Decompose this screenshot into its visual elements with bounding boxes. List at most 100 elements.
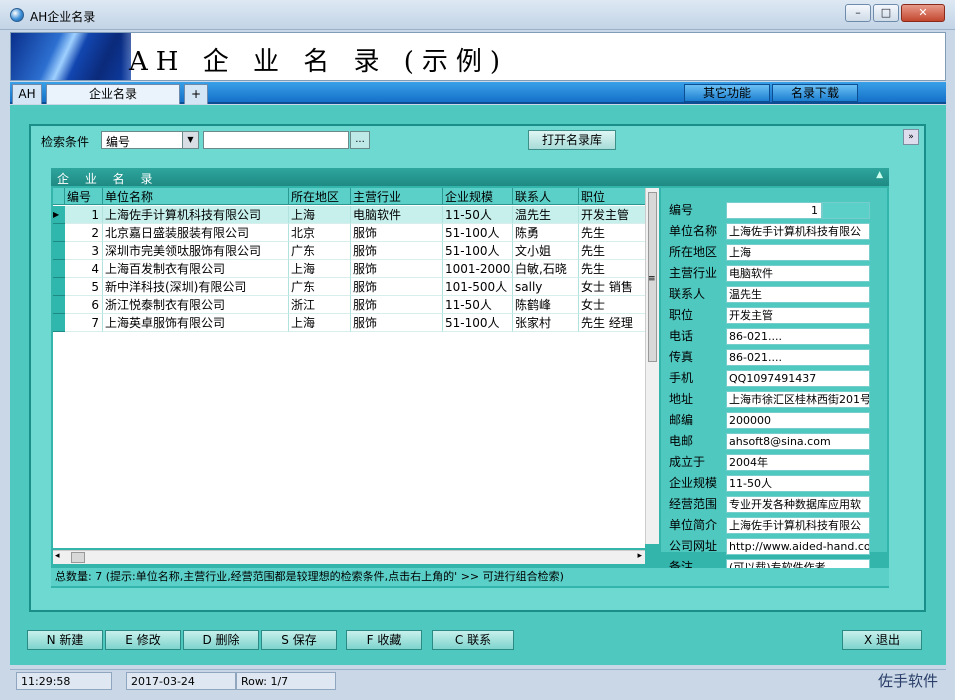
table-cell[interactable]: 服饰 (351, 242, 443, 260)
edit-button[interactable]: E 修改 (105, 630, 181, 650)
vertical-scrollbar[interactable]: ≡ (645, 188, 659, 544)
table-cell[interactable]: 101-500人 (443, 278, 513, 296)
row-indicator[interactable] (53, 296, 65, 314)
detail-field[interactable]: http://www.aided-hand.com (726, 538, 870, 555)
detail-field[interactable]: 上海佐手计算机科技有限公 (726, 517, 870, 534)
exit-button[interactable]: X 退出 (842, 630, 922, 650)
add-tab-button[interactable]: + (184, 84, 208, 104)
detail-extra-field[interactable] (822, 202, 870, 219)
table-cell[interactable]: 文小姐 (513, 242, 579, 260)
table-cell[interactable]: 开发主管 (579, 206, 645, 224)
table-cell[interactable]: 服饰 (351, 296, 443, 314)
table-cell[interactable]: 服饰 (351, 278, 443, 296)
table-cell[interactable]: 服饰 (351, 260, 443, 278)
tab-ah[interactable]: AH (12, 84, 42, 104)
table-cell[interactable]: 先生 经理 (579, 314, 645, 332)
table-cell[interactable]: 先生 (579, 224, 645, 242)
minimize-button[interactable]: – (845, 4, 871, 22)
detail-field[interactable]: ahsoft8@sina.com (726, 433, 870, 450)
new-button[interactable]: N 新建 (27, 630, 103, 650)
detail-field[interactable]: 电脑软件 (726, 265, 870, 282)
table-cell[interactable]: 新中洋科技(深圳)有限公司 (103, 278, 289, 296)
table-cell[interactable]: 1 (65, 206, 103, 224)
table-cell[interactable]: 51-100人 (443, 224, 513, 242)
table-cell[interactable]: 先生 (579, 260, 645, 278)
table-cell[interactable]: 浙江 (289, 296, 351, 314)
row-indicator[interactable] (53, 242, 65, 260)
table-cell[interactable]: 2 (65, 224, 103, 242)
column-header[interactable]: 所在地区 (289, 188, 351, 205)
row-indicator[interactable]: ▶ (53, 206, 65, 224)
open-directory-button[interactable]: 打开名录库 (528, 130, 616, 150)
row-indicator[interactable] (53, 278, 65, 296)
detail-field[interactable]: 上海佐手计算机科技有限公 (726, 223, 870, 240)
detail-field[interactable]: 1 (726, 202, 822, 219)
table-cell[interactable]: 上海 (289, 206, 351, 224)
table-cell[interactable]: 先生 (579, 242, 645, 260)
search-input[interactable] (203, 131, 349, 149)
delete-button[interactable]: D 删除 (183, 630, 259, 650)
table-cell[interactable]: 张家村 (513, 314, 579, 332)
tab-company-directory[interactable]: 企业名录 (46, 84, 180, 104)
table-cell[interactable]: 广东 (289, 278, 351, 296)
table-cell[interactable]: 上海 (289, 260, 351, 278)
scroll-left-icon[interactable]: ◂ (55, 551, 60, 561)
chevron-down-icon[interactable]: ▼ (182, 132, 198, 148)
row-indicator[interactable] (53, 224, 65, 242)
detail-field[interactable]: 上海 (726, 244, 870, 261)
detail-field[interactable]: 11-50人 (726, 475, 870, 492)
detail-field[interactable]: 2004年 (726, 454, 870, 471)
table-cell[interactable]: 1001-2000. (443, 260, 513, 278)
table-cell[interactable]: 上海 (289, 314, 351, 332)
column-header[interactable]: 职位 (579, 188, 645, 205)
table-cell[interactable]: 陈鹤峰 (513, 296, 579, 314)
table-cell[interactable]: 上海佐手计算机科技有限公司 (103, 206, 289, 224)
table-cell[interactable]: 北京 (289, 224, 351, 242)
table-cell[interactable]: sally (513, 278, 579, 296)
directory-download-button[interactable]: 名录下载 (772, 84, 858, 102)
table-cell[interactable]: 11-50人 (443, 296, 513, 314)
table-cell[interactable]: 6 (65, 296, 103, 314)
table-cell[interactable]: 服饰 (351, 224, 443, 242)
detail-field[interactable]: 200000 (726, 412, 870, 429)
table-cell[interactable]: 3 (65, 242, 103, 260)
table-cell[interactable]: 5 (65, 278, 103, 296)
scroll-right-icon[interactable]: ▸ (637, 551, 642, 561)
table-cell[interactable]: 电脑软件 (351, 206, 443, 224)
table-cell[interactable]: 北京嘉日盛装服装有限公司 (103, 224, 289, 242)
table-cell[interactable]: 广东 (289, 242, 351, 260)
close-button[interactable]: ✕ (901, 4, 945, 22)
detail-field[interactable]: QQ1097491437 (726, 370, 870, 387)
table-cell[interactable]: 7 (65, 314, 103, 332)
table-cell[interactable]: 11-50人 (443, 206, 513, 224)
column-header[interactable]: 联系人 (513, 188, 579, 205)
table-cell[interactable]: 陈勇 (513, 224, 579, 242)
maximize-button[interactable]: □ (873, 4, 899, 22)
row-indicator[interactable] (53, 314, 65, 332)
search-field-select[interactable]: 编号 ▼ (101, 131, 199, 149)
table-cell[interactable]: 女士 (579, 296, 645, 314)
table-cell[interactable]: 浙江悦泰制衣有限公司 (103, 296, 289, 314)
column-header[interactable]: 企业规模 (443, 188, 513, 205)
detail-field[interactable]: 开发主管 (726, 307, 870, 324)
column-header[interactable]: 单位名称 (103, 188, 289, 205)
table-cell[interactable]: 上海百发制衣有限公司 (103, 260, 289, 278)
table-cell[interactable]: 上海英卓服饰有限公司 (103, 314, 289, 332)
table-cell[interactable]: 女士 销售 (579, 278, 645, 296)
collapse-icon[interactable]: ▲ (876, 170, 883, 180)
table-cell[interactable]: 温先生 (513, 206, 579, 224)
table-cell[interactable]: 51-100人 (443, 242, 513, 260)
table-cell[interactable]: 服饰 (351, 314, 443, 332)
detail-field[interactable]: 上海市徐汇区桂林西街201号 (726, 391, 870, 408)
contact-button[interactable]: C 联系 (432, 630, 514, 650)
detail-field[interactable]: 86-021.... (726, 349, 870, 366)
favorite-button[interactable]: F 收藏 (346, 630, 422, 650)
table-cell[interactable]: 白敏,石晓 (513, 260, 579, 278)
detail-field[interactable]: 86-021.... (726, 328, 870, 345)
h-scroll-thumb[interactable] (71, 552, 85, 563)
browse-button[interactable]: ... (350, 131, 370, 149)
save-button[interactable]: S 保存 (261, 630, 337, 650)
column-header[interactable]: 主营行业 (351, 188, 443, 205)
horizontal-scrollbar[interactable]: ◂ ▸ (53, 550, 645, 564)
expand-icon[interactable]: » (903, 129, 919, 145)
